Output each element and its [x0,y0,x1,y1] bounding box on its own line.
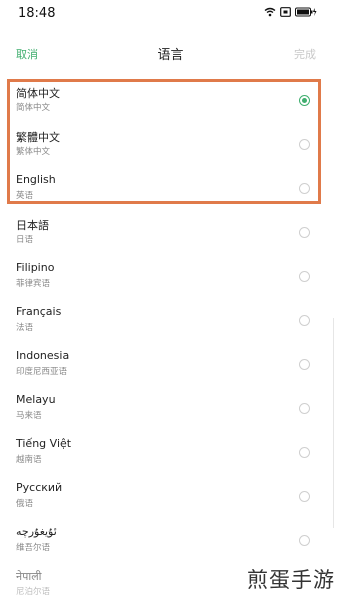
language-subtitle: 法语 [16,323,34,333]
language-subtitle: 印度尼西亚语 [16,367,68,377]
status-bar: 18:48 [0,0,341,30]
radio-unselected[interactable] [299,403,310,414]
status-icons [264,7,317,17]
scrollbar[interactable] [333,318,334,528]
language-name: Filipino [16,261,55,274]
language-name: Русский [16,481,63,494]
language-subtitle: 维吾尔语 [16,543,51,553]
language-subtitle: 俄语 [16,499,34,509]
language-name: नेपाली [16,570,42,583]
language-item-ug[interactable]: ئۇيغۇرچە 维吾尔语 [0,520,341,564]
language-item-ja[interactable]: 日本語 日语 [0,212,341,256]
radio-unselected[interactable] [299,535,310,546]
radio-unselected[interactable] [299,491,310,502]
language-item-vi[interactable]: Tiếng Việt 越南语 [0,432,341,476]
done-button[interactable]: 完成 [294,46,316,62]
radio-unselected[interactable] [299,447,310,458]
language-subtitle: 菲律宾语 [16,279,51,289]
language-name: ئۇيغۇرچە [16,525,57,538]
language-name: Tiếng Việt [16,437,72,450]
highlight-annotation-box [7,79,321,204]
language-name: 日本語 [16,219,49,232]
wifi-icon [264,7,276,17]
language-subtitle: 越南语 [16,455,42,465]
language-item-id[interactable]: Indonesia 印度尼西亚语 [0,344,341,388]
language-subtitle: 日语 [16,235,34,245]
language-name: Melayu [16,393,56,406]
status-time: 18:48 [18,6,56,21]
language-subtitle: 尼泊尔语 [16,587,51,597]
language-subtitle: 马来语 [16,411,42,421]
watermark: 煎蛋手游 [245,564,337,594]
language-item-fil[interactable]: Filipino 菲律宾语 [0,256,341,300]
screenshot-icon [280,7,291,17]
battery-icon [295,7,317,17]
language-item-ms[interactable]: Melayu 马来语 [0,388,341,432]
page-title: 语言 [157,48,184,63]
language-item-fr[interactable]: Français 法语 [0,300,341,344]
radio-unselected[interactable] [299,227,310,238]
language-item-ru[interactable]: Русский 俄语 [0,476,341,520]
nav-bar: 取消 语言 完成 [0,38,341,68]
radio-unselected[interactable] [299,315,310,326]
language-name: Français [16,305,62,318]
language-name: Indonesia [16,349,70,362]
radio-unselected[interactable] [299,359,310,370]
radio-unselected[interactable] [299,271,310,282]
